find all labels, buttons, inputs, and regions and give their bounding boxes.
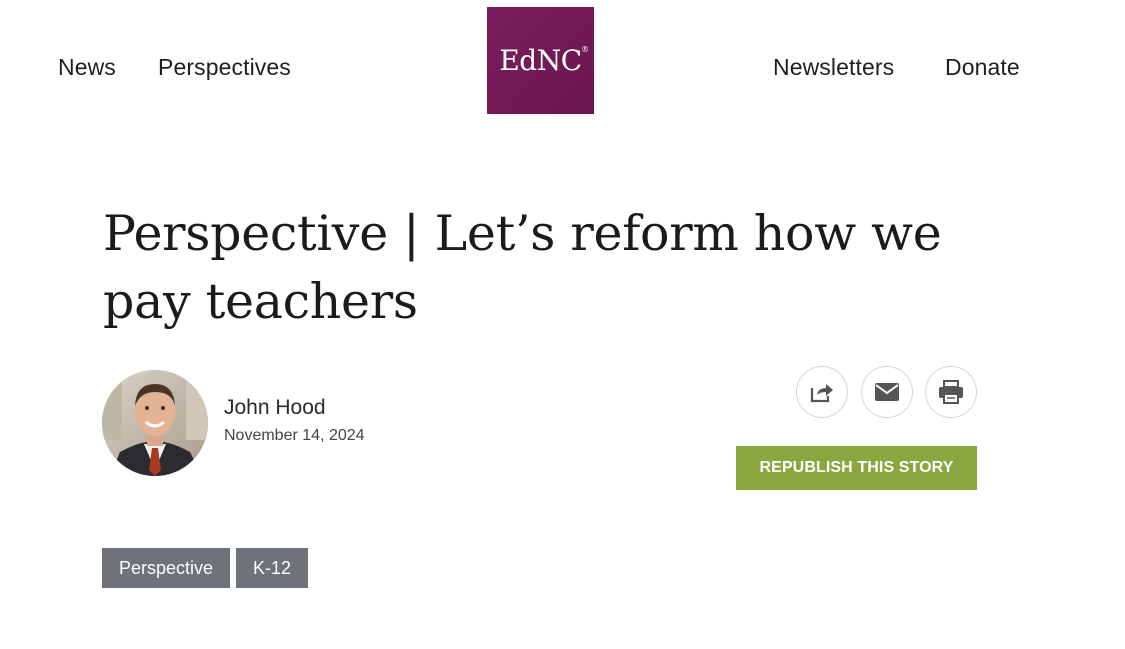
tag-perspective[interactable]: Perspective	[102, 548, 230, 588]
registered-mark: ®	[581, 45, 589, 54]
nav-perspectives[interactable]: Perspectives	[158, 54, 291, 81]
share-button[interactable]	[796, 366, 848, 418]
logo-text: EdNC ®	[499, 44, 589, 77]
author-avatar[interactable]	[102, 370, 208, 476]
print-button[interactable]	[925, 366, 977, 418]
author-name[interactable]: John Hood	[224, 396, 326, 420]
republish-button[interactable]: REPUBLISH THIS STORY	[736, 446, 977, 490]
nav-donate[interactable]: Donate	[945, 54, 1020, 81]
ednc-logo[interactable]: EdNC ®	[487, 7, 594, 114]
print-icon	[939, 380, 963, 404]
email-icon	[875, 383, 899, 401]
article-title: Perspective | Let’s reform how we pay te…	[103, 205, 942, 330]
nav-news[interactable]: News	[58, 54, 116, 81]
nav-newsletters[interactable]: Newsletters	[773, 54, 894, 81]
share-icon	[810, 384, 833, 403]
tag-k-12[interactable]: K-12	[236, 548, 308, 588]
email-button[interactable]	[861, 366, 913, 418]
publish-date: November 14, 2024	[224, 427, 365, 444]
author-photo	[102, 370, 208, 476]
